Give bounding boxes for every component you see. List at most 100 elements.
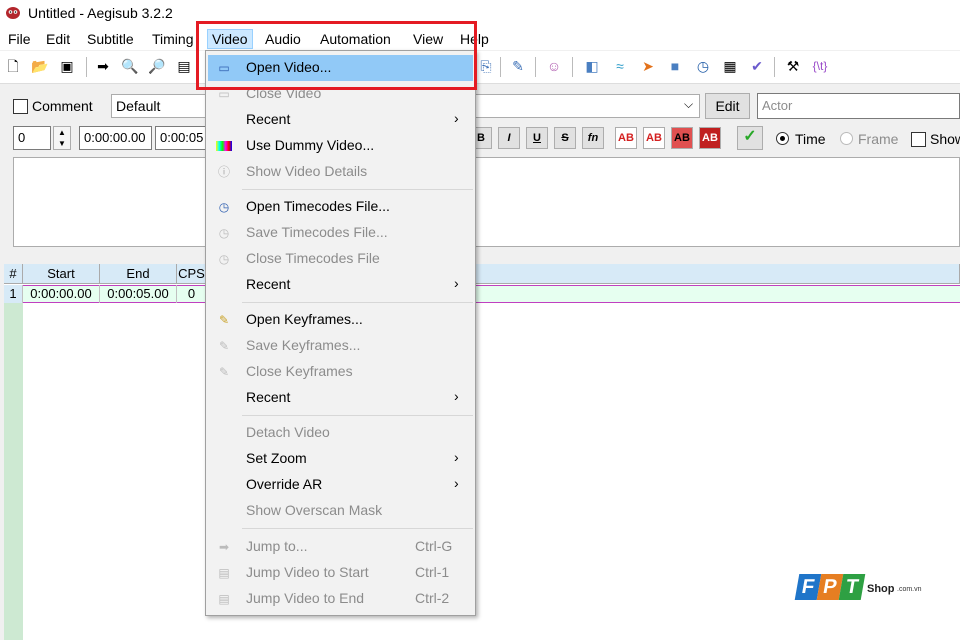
dummy-video-icon [216, 141, 232, 151]
menu-item-open-timecodes[interactable]: ◷ Open Timecodes File... [208, 194, 473, 220]
time-radio[interactable] [776, 132, 789, 145]
primary-color-button[interactable]: AB [615, 127, 637, 149]
new-file-icon[interactable]: 🗋 [4, 57, 22, 75]
video-menu-dropdown: ▭ Open Video... ▭ Close Video Recent › U… [205, 50, 476, 616]
translation-icon[interactable]: ✎ [509, 57, 527, 75]
frame-radio[interactable] [840, 132, 853, 145]
save-keyframes-icon: ✎ [218, 339, 230, 353]
outline-color-button[interactable]: AB [671, 127, 693, 149]
open-keyframes-icon: ✎ [218, 313, 230, 327]
italic-button[interactable]: I [498, 127, 520, 149]
resample-icon[interactable]: ◧ [583, 57, 601, 75]
stop-icon[interactable]: ■ [666, 57, 684, 75]
show-original-checkbox[interactable] [911, 132, 926, 147]
menu-item-save-timecodes[interactable]: ◷ Save Timecodes File... [208, 220, 473, 246]
menu-separator [242, 189, 473, 190]
menu-item-dummy-video[interactable]: Use Dummy Video... [208, 133, 473, 159]
menu-item-set-zoom[interactable]: Set Zoom › [208, 446, 473, 472]
toolbar-separator [774, 57, 775, 77]
fpt-shop-text: Shop [867, 583, 895, 595]
menu-subtitle[interactable]: Subtitle [83, 30, 138, 48]
menu-item-video-details[interactable]: ⓘ Show Video Details [208, 159, 473, 185]
end-time-input[interactable]: 0:00:05 [155, 126, 208, 150]
styles-manager-icon[interactable]: ▦ [721, 57, 739, 75]
font-button[interactable]: fn [582, 127, 604, 149]
subtitle-edit-panel: Comment Default ⌵ Edit Actor 0 ▲ ▼ 0:00:0… [4, 88, 960, 252]
shadow-color-button[interactable]: AB [699, 127, 721, 149]
grid-header-number: # [4, 264, 23, 284]
secondary-color-button[interactable]: AB [643, 127, 665, 149]
clock-icon[interactable]: ◷ [694, 57, 712, 75]
menu-item-close-timecodes[interactable]: ◷ Close Timecodes File [208, 246, 473, 272]
menu-file[interactable]: File [4, 30, 35, 48]
menu-item-override-ar[interactable]: Override AR › [208, 472, 473, 498]
row-start-time: 0:00:00.00 [23, 285, 100, 303]
strikeout-button[interactable]: S [554, 127, 576, 149]
open-timecodes-icon: ◷ [218, 200, 230, 214]
toolbar-separator [86, 57, 87, 77]
jump-to-icon: ➡ [218, 540, 230, 554]
menu-timing[interactable]: Timing [148, 30, 198, 48]
video-details-icon: ⓘ [217, 165, 230, 179]
menu-item-recent-keyframes[interactable]: Recent › [208, 385, 473, 411]
annotation-highlight-box [196, 21, 477, 90]
automation-icon[interactable]: {\t} [811, 57, 829, 75]
start-time-input[interactable]: 0:00:00.00 [79, 126, 152, 150]
comment-checkbox[interactable] [13, 99, 28, 114]
comment-label: Comment [32, 98, 93, 114]
kanji-timer-icon[interactable]: ➤ [639, 57, 657, 75]
underline-button[interactable]: U [526, 127, 548, 149]
layer-spinner[interactable]: ▲ ▼ [53, 126, 71, 150]
timing-postprocess-icon[interactable]: ≈ [611, 57, 629, 75]
menu-separator [242, 302, 473, 303]
frame-label: Frame [858, 131, 899, 147]
grid-header-end: End [100, 264, 177, 284]
fpt-shop-logo: F P T Shop .com.vn [794, 572, 927, 606]
close-timecodes-icon: ◷ [218, 252, 230, 266]
toolbar-separator [535, 57, 536, 77]
toolbar-separator [572, 57, 573, 77]
menu-item-jump-start[interactable]: ▤ Jump Video to Start Ctrl-1 [208, 560, 473, 586]
script-icon[interactable]: ⎘ [477, 57, 495, 75]
save-timecodes-icon: ◷ [218, 226, 230, 240]
subtitle-text-area[interactable] [13, 157, 960, 247]
spellcheck-icon[interactable]: ☺ [545, 57, 563, 75]
row-cps: 0 [177, 285, 207, 303]
fpt-domain-text: .com.vn [897, 586, 922, 593]
row-number: 1 [4, 285, 23, 303]
style-value: Default [116, 98, 161, 114]
menu-item-jump-end[interactable]: ▤ Jump Video to End Ctrl-2 [208, 586, 473, 612]
fpt-letter-t: T [838, 574, 866, 600]
actor-input[interactable]: Actor [757, 93, 960, 119]
chevron-down-icon: ⌵ [684, 97, 694, 111]
commit-icon[interactable]: ✓ [737, 126, 763, 150]
menu-item-detach-video[interactable]: Detach Video [208, 420, 473, 446]
row-number-gutter [4, 303, 23, 640]
menu-item-open-keyframes[interactable]: ✎ Open Keyframes... [208, 307, 473, 333]
jump-arrow-icon[interactable]: ➡ [94, 57, 112, 75]
edit-style-button[interactable]: Edit [705, 93, 750, 119]
menu-item-jump-to[interactable]: ➡ Jump to... Ctrl-G [208, 534, 473, 560]
menu-item-recent-timecodes[interactable]: Recent › [208, 272, 473, 298]
video-tool-icon[interactable]: ▤ [175, 57, 193, 75]
open-file-icon[interactable]: 📂 [31, 57, 49, 75]
options-tools-icon[interactable]: ⚒ [784, 57, 802, 75]
menu-item-close-keyframes[interactable]: ✎ Close Keyframes [208, 359, 473, 385]
menu-item-save-keyframes[interactable]: ✎ Save Keyframes... [208, 333, 473, 359]
grid-header-cps: CPS [177, 264, 207, 284]
menu-edit[interactable]: Edit [42, 30, 74, 48]
save-icon[interactable]: ▣ [58, 57, 76, 75]
menu-item-overscan-mask[interactable]: Show Overscan Mask [208, 498, 473, 524]
layer-input[interactable]: 0 [13, 126, 51, 150]
zoom-in-icon[interactable]: 🔍 [121, 57, 139, 75]
zoom-out-icon[interactable]: 🔎 [148, 57, 166, 75]
menu-item-recent-video[interactable]: Recent › [208, 107, 473, 133]
menu-separator [242, 528, 473, 529]
check-style-icon[interactable]: ✔ [748, 57, 766, 75]
show-original-label: Show [930, 131, 960, 147]
toolbar: 🗋 📂 ▣ ➡ 🔍 🔎 ▤ ⎘ ✎ ☺ ◧ ≈ ➤ ■ ◷ ▦ ✔ ⚒ {\t} [0, 51, 960, 84]
chevron-right-icon: › [454, 449, 459, 465]
title-bar: Untitled - Aegisub 3.2.2 [0, 0, 960, 28]
window-title: Untitled - Aegisub 3.2.2 [28, 5, 173, 21]
menu-bar: File Edit Subtitle Timing Video Audio Au… [0, 28, 960, 50]
